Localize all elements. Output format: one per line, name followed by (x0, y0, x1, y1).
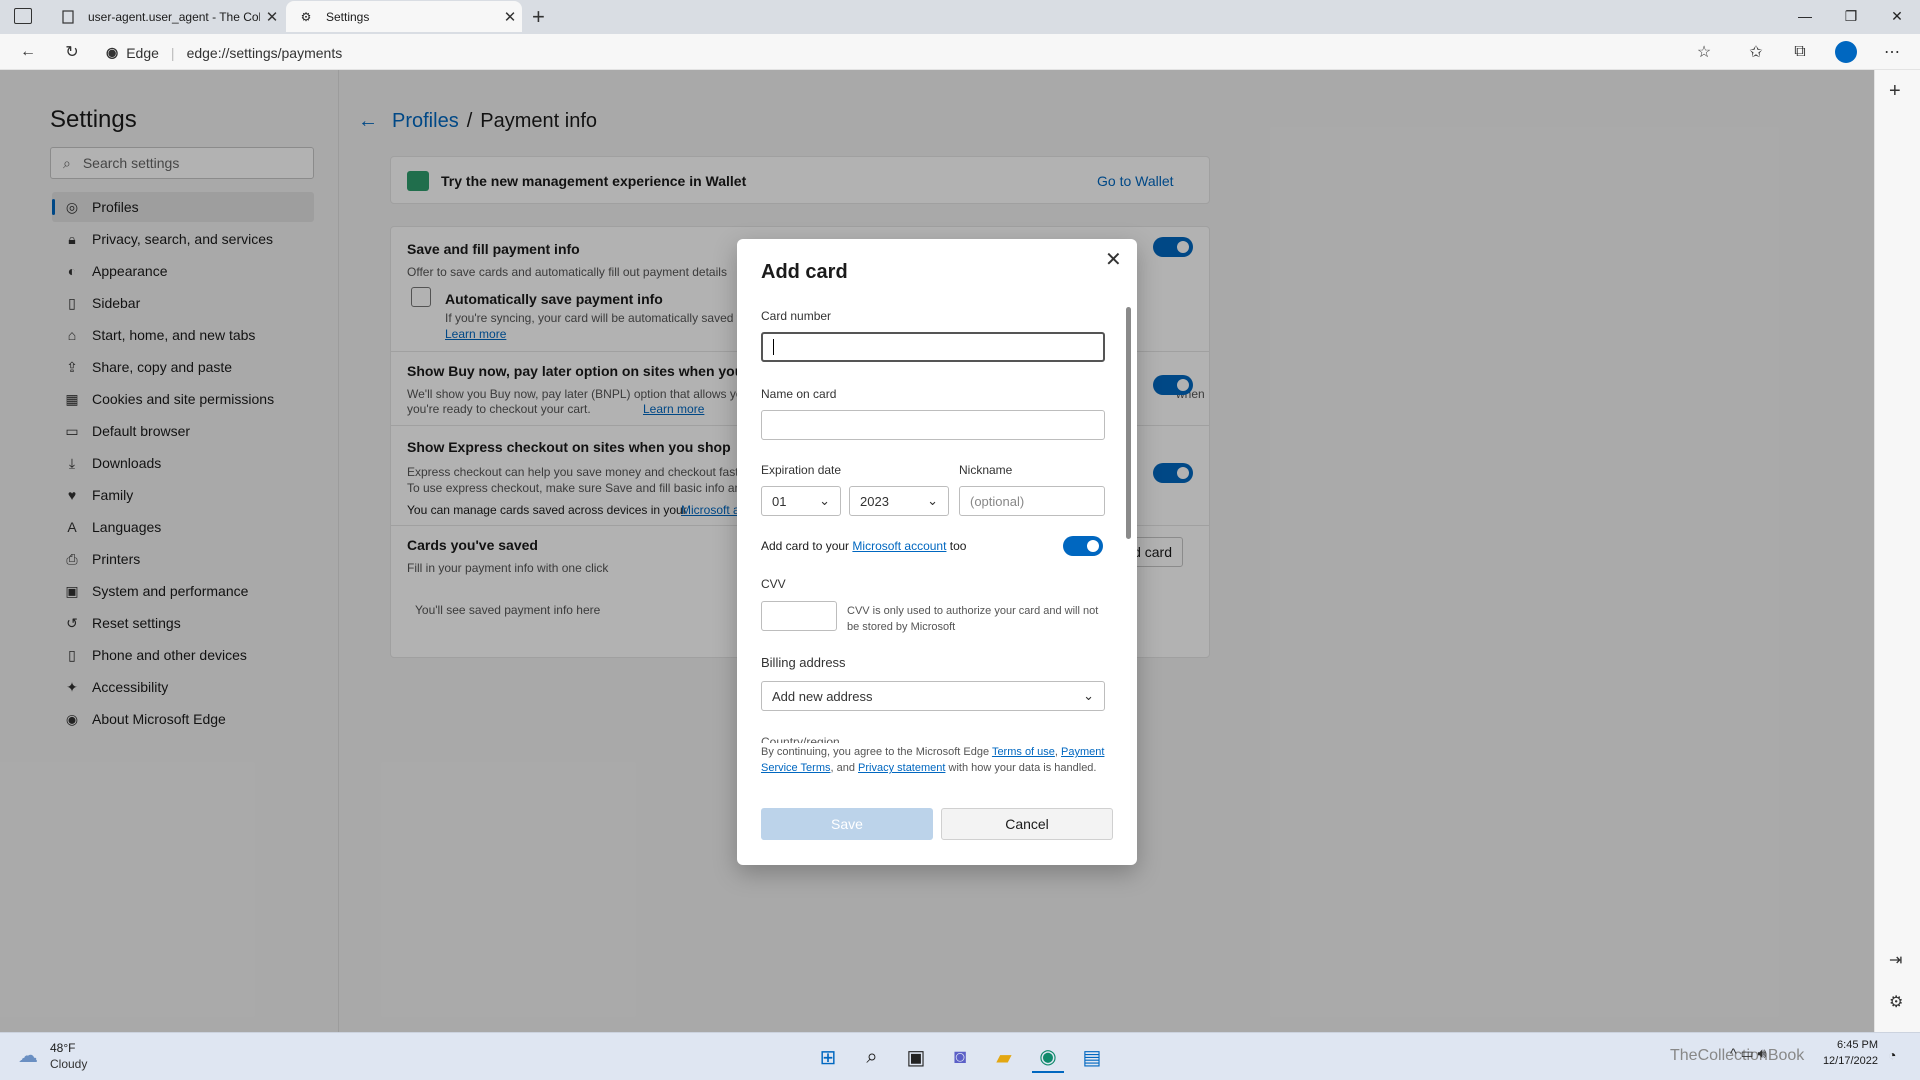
sidebar-settings-icon[interactable]: ⚙ (1889, 992, 1903, 1012)
edge-taskbar-icon[interactable]: ◉ (1032, 1041, 1064, 1073)
separator: | (170, 44, 175, 61)
file-explorer-icon[interactable]: ▰ (988, 1041, 1020, 1073)
name-on-card-input[interactable] (761, 410, 1105, 440)
refresh-button[interactable]: ↻ (56, 38, 88, 66)
tab-user-agent[interactable]: user-agent.user_agent - The Coll ✕ (48, 1, 284, 32)
store-icon[interactable]: ▤ (1076, 1041, 1108, 1073)
nickname-input[interactable]: (optional) (959, 486, 1105, 516)
month-value: 01 (772, 493, 787, 509)
tab-actions-icon[interactable] (14, 8, 32, 24)
taskbar: ☁ 48°F Cloudy ⊞ ⌕ ▣ ◙ ▰ ◉ ▤ TheCollectio… (0, 1032, 1920, 1080)
close-icon[interactable]: ✕ (498, 8, 522, 26)
save-label: Save (831, 816, 863, 832)
save-button[interactable]: Save (761, 808, 933, 840)
dialog-title: Add card (761, 261, 848, 283)
microsoft-account-link[interactable]: Microsoft account (852, 539, 946, 553)
chevron-down-icon: ⌄ (819, 493, 830, 508)
cvv-note: CVV is only used to authorize your card … (847, 605, 1099, 633)
cvv-input[interactable] (761, 601, 837, 631)
cvv-label: CVV (761, 577, 786, 591)
expiration-month-select[interactable]: 01 ⌄ (761, 486, 841, 516)
dialog-scrollbar[interactable] (1126, 307, 1131, 539)
close-window-button[interactable]: ✕ (1874, 0, 1920, 32)
edge-sidebar: + ⇥ ⚙ (1874, 70, 1920, 1032)
profile-avatar[interactable] (1830, 38, 1862, 66)
nickname-placeholder: (optional) (970, 493, 1025, 509)
name-on-card-label: Name on card (761, 387, 837, 401)
search-icon[interactable]: ⌕ (856, 1041, 888, 1073)
legal-text: By continuing, you agree to the Microsof… (761, 746, 1105, 774)
country-region-label: Country/region (761, 735, 840, 743)
tab-title: user-agent.user_agent - The Coll (88, 9, 260, 24)
expiration-year-select[interactable]: 2023 ⌄ (849, 486, 949, 516)
chevron-down-icon: ⌄ (1083, 688, 1094, 703)
year-value: 2023 (860, 493, 889, 509)
add-card-dialog: Add card ✕ Card number Name on card Expi… (737, 239, 1137, 865)
title-bar: user-agent.user_agent - The Coll ✕ ⚙ Set… (0, 0, 1920, 34)
billing-address-label: Billing address (761, 655, 846, 670)
terms-of-use-link[interactable]: Terms of use (992, 746, 1055, 758)
legal-prefix: By continuing, you agree to the Microsof… (761, 746, 990, 758)
back-button[interactable]: ← (12, 38, 44, 66)
billing-address-value: Add new address (772, 688, 873, 704)
weather-temp[interactable]: 48°F (50, 1041, 75, 1055)
minimize-button[interactable]: — (1782, 0, 1828, 32)
ms-account-toggle[interactable] (1063, 536, 1103, 556)
add-favorite-icon[interactable]: ☆ (1688, 38, 1720, 66)
cancel-label: Cancel (1005, 816, 1049, 832)
favorites-icon[interactable]: ✩ (1740, 38, 1772, 66)
chevron-down-icon: ⌄ (927, 493, 938, 508)
task-view-icon[interactable]: ▣ (900, 1041, 932, 1073)
site-label: Edge (126, 44, 159, 61)
restore-button[interactable]: ❐ (1828, 0, 1874, 32)
legal-suffix: with how your data is handled. (948, 762, 1097, 774)
weather-desc[interactable]: Cloudy (50, 1057, 87, 1071)
page-icon (60, 9, 76, 25)
tab-title: Settings (326, 9, 370, 24)
nickname-label: Nickname (959, 463, 1013, 477)
notification-icon[interactable]: ◔ (1888, 1047, 1896, 1063)
address-bar[interactable]: ◉ Edge | edge://settings/payments (106, 39, 1706, 66)
privacy-statement-link[interactable]: Privacy statement (858, 762, 945, 774)
new-tab-button[interactable]: + (532, 4, 545, 30)
close-icon[interactable]: ✕ (260, 8, 284, 26)
close-icon[interactable]: ✕ (1105, 247, 1122, 272)
gear-icon: ⚙ (300, 9, 312, 24)
billing-address-select[interactable]: Add new address ⌄ (761, 681, 1105, 711)
url-text: edge://settings/payments (186, 44, 343, 61)
windows-start-icon[interactable]: ⊞ (812, 1041, 844, 1073)
collections-icon[interactable]: ⧉ (1784, 38, 1816, 66)
cloud-icon: ☁ (18, 1045, 38, 1067)
add-sidebar-app-button[interactable]: + (1889, 80, 1901, 103)
hide-sidebar-icon[interactable]: ⇥ (1889, 950, 1902, 970)
expiration-label: Expiration date (761, 463, 842, 477)
clock-time[interactable]: 6:45 PM (1834, 1039, 1878, 1051)
ms-account-prefix: Add card to your (761, 539, 850, 553)
ms-account-row: Add card to your Microsoft account too (761, 539, 966, 553)
ms-account-suffix: too (949, 539, 967, 553)
card-number-label: Card number (761, 309, 832, 323)
chat-icon[interactable]: ◙ (944, 1041, 976, 1073)
more-menu-icon[interactable]: ⋯ (1876, 38, 1908, 66)
cancel-button[interactable]: Cancel (941, 808, 1113, 840)
clock-date[interactable]: 12/17/2022 (1812, 1055, 1878, 1067)
tab-settings[interactable]: ⚙ Settings ✕ (286, 1, 522, 32)
legal-and: , and (830, 762, 855, 774)
edge-icon: ◉ (106, 44, 119, 60)
browser-toolbar: ← ↻ ◉ Edge | edge://settings/payments ☆ … (0, 34, 1920, 70)
tray-icons[interactable]: ^ ▭ 🔊︎ (1730, 1045, 1766, 1062)
card-number-input[interactable] (761, 332, 1105, 362)
